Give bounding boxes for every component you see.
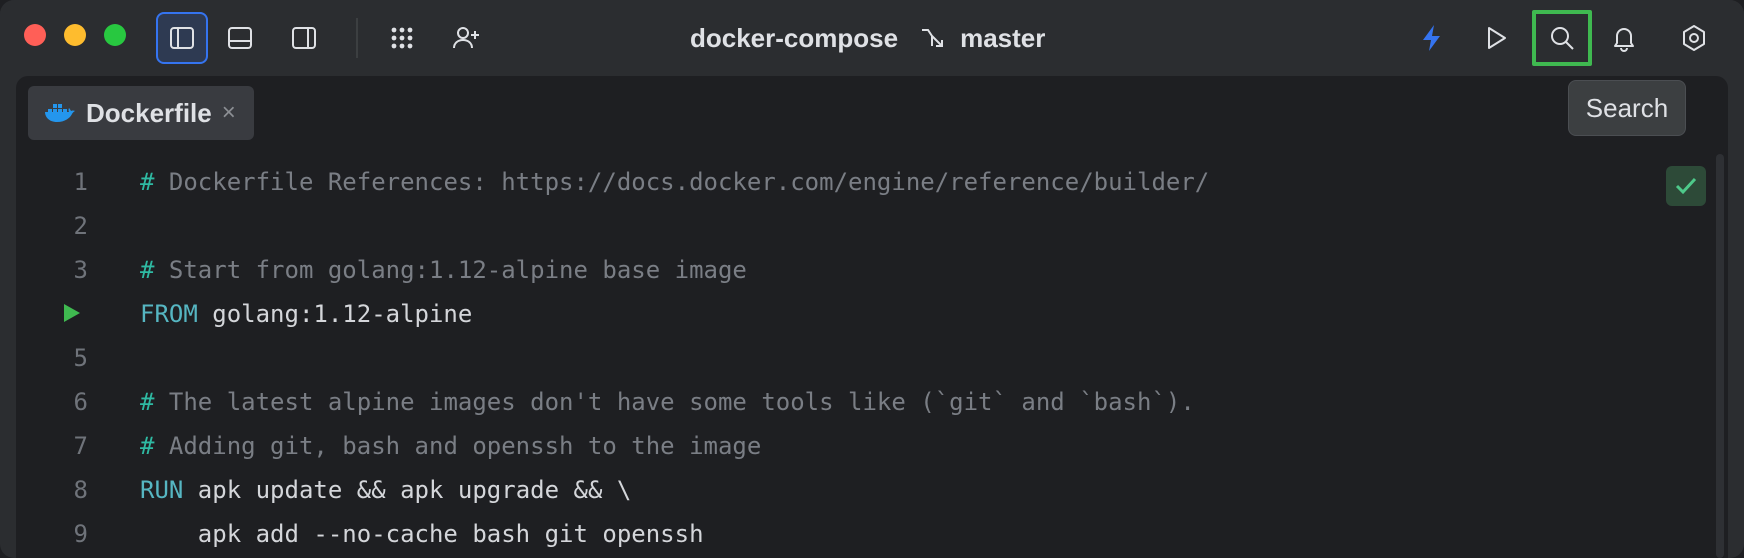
branch-name: master — [960, 22, 1046, 53]
project-info: docker-compose master — [690, 20, 1045, 56]
add-user-button[interactable] — [440, 12, 492, 64]
apps-menu-button[interactable] — [376, 12, 428, 64]
code-text: # Adding git, bash and openssh to the im… — [140, 424, 761, 468]
code-line[interactable]: 9 apk add --no-cache bash git openssh — [16, 512, 1656, 556]
toggle-bottom-panel-button[interactable] — [214, 12, 266, 64]
run-button[interactable] — [1470, 12, 1522, 64]
minimize-window-button[interactable] — [64, 24, 86, 46]
toggle-right-panel-button[interactable] — [278, 12, 330, 64]
maximize-window-button[interactable] — [104, 24, 126, 46]
sidebar-toggle-icon — [170, 27, 194, 49]
bottom-panel-icon — [228, 27, 252, 49]
notifications-button[interactable] — [1598, 12, 1650, 64]
run-icon — [1488, 27, 1506, 49]
tab-close-icon[interactable]: × — [222, 99, 236, 127]
code-token: Start from golang:1.12-alpine base image — [154, 256, 747, 284]
code-line[interactable]: 5 — [16, 336, 1656, 380]
line-number: 1 — [73, 168, 88, 196]
code-token: RUN — [140, 476, 184, 504]
line-number: 5 — [73, 344, 88, 372]
code-view[interactable]: 1 # Dockerfile References: https://docs.d… — [16, 160, 1656, 556]
toolbar-divider — [356, 18, 358, 58]
ide-window: docker-compose master Dockerfile × 1 # D… — [0, 0, 1744, 558]
title-bar: docker-compose master — [0, 0, 1744, 78]
code-text: RUN apk update && apk upgrade && \ — [140, 468, 631, 512]
bell-icon — [1614, 28, 1634, 52]
code-token: apk update && apk upgrade && \ — [183, 476, 632, 504]
code-text: apk add --no-cache bash git openssh — [140, 512, 704, 556]
code-line[interactable]: 6 # The latest alpine images don't have s… — [16, 380, 1656, 424]
line-number: 3 — [73, 256, 88, 284]
ai-assistant-button[interactable] — [1406, 12, 1458, 64]
code-line[interactable]: 3 # Start from golang:1.12-alpine base im… — [16, 248, 1656, 292]
line-number: 8 — [73, 476, 88, 504]
code-token: The latest alpine images don't have some… — [154, 388, 1195, 416]
inspection-status-badge[interactable] — [1666, 166, 1706, 206]
branch-icon — [922, 29, 944, 47]
code-token: # — [140, 168, 155, 196]
editor-scrollbar[interactable] — [1716, 154, 1724, 558]
tab-label: Dockerfile — [86, 97, 212, 128]
settings-icon — [1683, 25, 1705, 51]
search-button[interactable] — [1532, 10, 1592, 66]
checkmark-icon — [1675, 177, 1697, 195]
tab-dockerfile[interactable]: Dockerfile × — [28, 86, 254, 140]
code-token: apk add --no-cache bash git openssh — [140, 520, 704, 548]
code-line[interactable]: 2 — [16, 204, 1656, 248]
code-token: golang:1.12-alpine — [197, 300, 473, 328]
search-tooltip: Search — [1568, 80, 1686, 136]
lightning-icon — [1423, 25, 1440, 51]
code-text: # The latest alpine images don't have so… — [140, 380, 1195, 424]
code-token: FROM — [140, 300, 198, 328]
editor-area: Dockerfile × 1 # Dockerfile References: h… — [16, 76, 1728, 558]
line-number: 6 — [73, 388, 88, 416]
add-user-icon — [453, 27, 479, 49]
close-window-button[interactable] — [24, 24, 46, 46]
code-token: # — [140, 256, 155, 284]
toggle-project-panel-button[interactable] — [156, 12, 208, 64]
branch-widget[interactable]: master — [918, 23, 1045, 54]
line-number: 7 — [73, 432, 88, 460]
right-panel-icon — [292, 27, 316, 49]
code-text: # Start from golang:1.12-alpine base ima… — [140, 248, 747, 292]
code-line[interactable]: 8 RUN apk update && apk upgrade && \ — [16, 468, 1656, 512]
gutter-run-icon[interactable] — [62, 302, 82, 324]
code-line[interactable]: 7 # Adding git, bash and openssh to the i… — [16, 424, 1656, 468]
line-number: 9 — [73, 520, 88, 548]
code-line[interactable]: 1 # Dockerfile References: https://docs.d… — [16, 160, 1656, 204]
code-text: # Dockerfile References: https://docs.do… — [140, 160, 1209, 204]
code-token: # — [140, 432, 155, 460]
line-number: 2 — [73, 212, 88, 240]
settings-button[interactable] — [1668, 12, 1720, 64]
code-token: # — [140, 388, 155, 416]
code-token: Adding git, bash and openssh to the imag… — [154, 432, 762, 460]
code-line[interactable]: FROM golang:1.12-alpine — [16, 292, 1656, 336]
project-name[interactable]: docker-compose — [690, 23, 898, 54]
docker-icon — [45, 104, 75, 122]
search-icon — [1551, 27, 1574, 50]
apps-grid-icon — [391, 27, 413, 49]
code-text: FROM golang:1.12-alpine — [140, 292, 472, 336]
code-token: Dockerfile References: https://docs.dock… — [154, 168, 1210, 196]
